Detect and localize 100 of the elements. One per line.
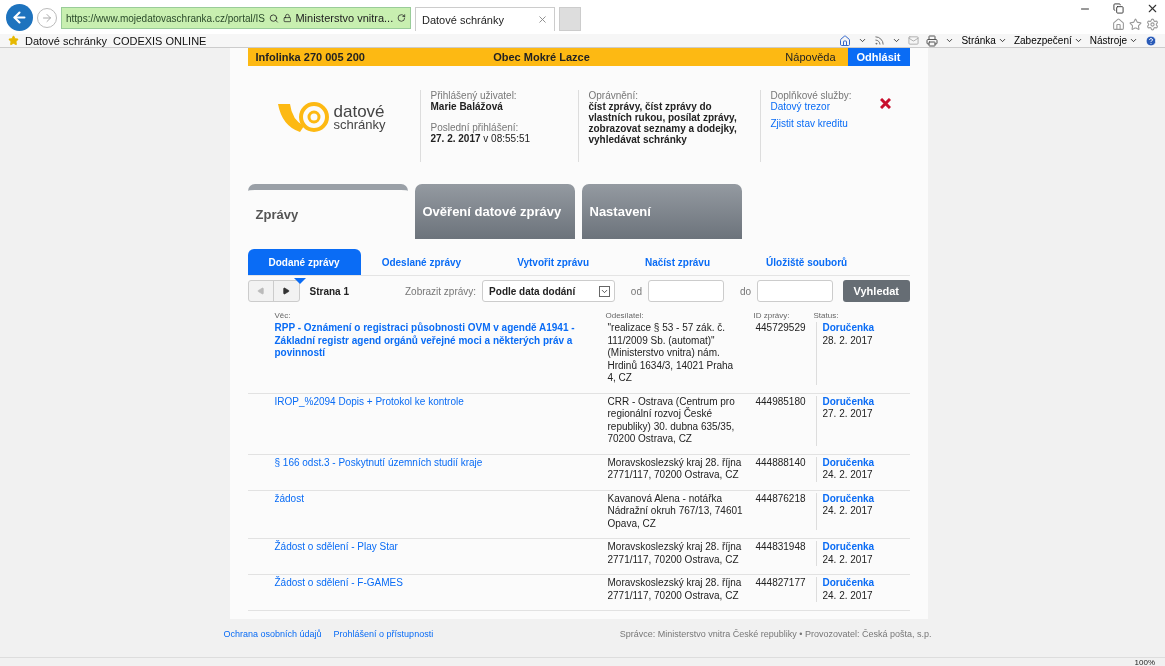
- menu-button[interactable]: Zabezpečení: [1013, 35, 1083, 46]
- status-date: 28. 2. 2017: [822, 334, 873, 346]
- column-header: Věc:: [273, 310, 292, 320]
- printer-icon[interactable]: [926, 34, 939, 47]
- caret-icon: [1073, 36, 1083, 45]
- main-tab[interactable]: Nastavení: [581, 184, 742, 239]
- permissions-text: číst zprávy, číst zprávy do vlastních rukou, posílat zprávy, zobrazovat seznamy a dodejky, vyhledávat schránky: [588, 101, 738, 145]
- sub-tab[interactable]: Úložiště souborů: [745, 249, 869, 275]
- status-link[interactable]: Doručenka: [822, 492, 904, 505]
- sub-tab[interactable]: Odeslané zprávy: [360, 249, 483, 275]
- column-header: Odesílatel:: [604, 310, 645, 320]
- caret-icon[interactable]: [858, 36, 868, 45]
- permissions-label: Oprávnění:: [588, 90, 638, 101]
- message-subject-link[interactable]: RPP - Oznámení o registraci působnosti OVM v agendě A1941 - Základní registr agend orgánů veřejné moci a některých práv a povinností: [274, 322, 590, 360]
- caret-icon: [1129, 36, 1138, 45]
- sender-text: Moravskoslezský kraj 28. října 2771/117, 70200 Ostrava, CZ: [607, 577, 742, 601]
- caret-icon[interactable]: [892, 36, 902, 45]
- status-link[interactable]: Doručenka: [822, 456, 904, 469]
- help-icon[interactable]: [1145, 34, 1157, 47]
- pointer-icon: [293, 278, 306, 284]
- arrow-right-icon: [41, 12, 53, 24]
- message-id: 444985180: [755, 395, 806, 407]
- help-link[interactable]: Nápověda: [647, 51, 848, 63]
- favorite-link[interactable]: CODEXIS ONLINE: [112, 34, 207, 47]
- from-label: od: [630, 285, 642, 297]
- caret-icon: [598, 285, 610, 297]
- message-id: 444827177: [755, 577, 806, 588]
- caret-icon[interactable]: [945, 36, 955, 45]
- filter-dropdown[interactable]: Podle data dodání: [482, 280, 615, 302]
- close-icon[interactable]: [879, 98, 891, 109]
- user-name: Marie Balážová: [430, 101, 504, 112]
- filter-label: Zobrazit zprávy:: [404, 285, 477, 297]
- sender-text: Moravskoslezský kraj 28. října 2771/117, 70200 Ostrava, CZ: [607, 456, 742, 480]
- menu-button[interactable]: Nástroje: [1089, 35, 1138, 46]
- search-button[interactable]: Vyhledat: [843, 280, 910, 302]
- column-header: ID zprávy:: [752, 310, 791, 320]
- status-link[interactable]: Doručenka: [822, 541, 904, 554]
- site-name: Ministerstvo vnitra...: [295, 12, 394, 24]
- logout-button[interactable]: Odhlásit: [847, 48, 910, 66]
- home-icon[interactable]: [839, 34, 852, 47]
- sub-tab[interactable]: Načíst zprávu: [624, 249, 732, 275]
- services-label: Doplňkové služby:: [770, 90, 853, 101]
- user-label: Přihlášený uživatel:: [430, 90, 518, 101]
- sender-text: CRR - Ostrava (Centrum pro regionální rozvoj České republiky) 30. dubna 635/35, 70200 Ostrava, CZ: [607, 395, 735, 444]
- sender-text: "realizace § 53 - 57 zák. č. 111/2009 Sb. (automat)" (Ministerstvo vnitra) nám. Hrdinů 1634/3, 14021 Praha 4, CZ: [607, 322, 734, 383]
- message-id: 444876218: [755, 492, 806, 504]
- browser-tab[interactable]: Datové schránky: [415, 7, 555, 31]
- main-tab[interactable]: Ověření datové zprávy: [414, 184, 575, 239]
- status-date: 24. 2. 2017: [822, 553, 873, 565]
- logo-text: datové schránky: [333, 103, 386, 131]
- footer-credit: Správce: Ministerstvo vnitra České republiky • Provozovatel: Česká pošta, s.p.: [619, 629, 932, 639]
- page-label: Strana 1: [309, 285, 349, 297]
- service-link[interactable]: Datový trezor: [770, 101, 870, 112]
- message-id: 445729529: [755, 322, 806, 333]
- favorite-link[interactable]: Datové schránky: [25, 34, 107, 47]
- logo-icon: [275, 100, 332, 134]
- lock-icon: [282, 13, 292, 23]
- message-subject-link[interactable]: IROP_%2094 Dopis + Protokol ke kontrole: [274, 395, 590, 408]
- column-header: Status:: [812, 310, 840, 320]
- message-subject-link[interactable]: žádost: [274, 492, 590, 505]
- status-date: 24. 2. 2017: [822, 469, 873, 480]
- close-icon[interactable]: [1146, 2, 1159, 15]
- footer-link[interactable]: Prohlášení o přístupnosti: [333, 629, 434, 639]
- restore-icon[interactable]: [1113, 3, 1124, 14]
- message-subject-link[interactable]: Žádost o sdělení - Play Star: [274, 541, 590, 554]
- url-text: https://www.mojedatovaschranka.cz/portal/IS: [66, 12, 265, 24]
- message-subject-link[interactable]: Žádost o sdělení - F-GAMES: [274, 577, 590, 590]
- from-date-field[interactable]: [647, 280, 724, 302]
- status-link[interactable]: Doručenka: [822, 322, 904, 335]
- sender-text: Moravskoslezský kraj 28. října 2771/117, 70200 Ostrava, CZ: [607, 541, 742, 565]
- status-link[interactable]: Doručenka: [822, 577, 904, 590]
- last-login-time: 27. 2. 2017 v 08:55:51: [430, 133, 532, 144]
- triangle-right-icon: [282, 287, 290, 295]
- status-date: 27. 2. 2017: [822, 408, 873, 419]
- triangle-left-icon: [256, 287, 265, 295]
- footer-link[interactable]: Ochrana osobních údajů: [223, 629, 322, 639]
- message-id: 444831948: [755, 541, 806, 552]
- home-icon[interactable]: [1112, 18, 1125, 31]
- back-button[interactable]: [6, 4, 33, 31]
- status-link[interactable]: Doručenka: [822, 395, 904, 408]
- address-bar[interactable]: https://www.mojedatovaschranka.cz/portal/IS Ministerstvo vnitra...: [61, 7, 411, 29]
- sender-text: Kavanová Alena - notářka Nádražní okruh 767/13, 74601 Opava, CZ: [607, 492, 743, 529]
- last-login-label: Poslední přihlášení:: [430, 122, 519, 133]
- zoom-level[interactable]: 100%: [1134, 657, 1155, 666]
- star-icon[interactable]: [1129, 18, 1142, 31]
- message-id: 444888140: [755, 456, 806, 468]
- sub-tab[interactable]: Vytvořit zprávu: [496, 249, 610, 275]
- hotline-text: Infolinka 270 005 200: [254, 51, 366, 63]
- search-icon[interactable]: [269, 12, 279, 24]
- service-link[interactable]: Zjistit stav kreditu: [770, 118, 870, 129]
- organization-name: Obec Mokré Lazce: [492, 51, 591, 63]
- to-label: do: [739, 285, 752, 297]
- feed-icon[interactable]: [874, 35, 886, 46]
- menu-button[interactable]: Stránka: [961, 35, 1007, 46]
- status-date: 24. 2. 2017: [822, 589, 873, 601]
- refresh-icon[interactable]: [397, 13, 406, 23]
- message-subject-link[interactable]: § 166 odst.3 - Poskytnutí územních studií kraje: [274, 456, 590, 469]
- to-date-field[interactable]: [757, 280, 834, 302]
- caret-icon: [997, 36, 1007, 45]
- status-date: 24. 2. 2017: [822, 505, 873, 516]
